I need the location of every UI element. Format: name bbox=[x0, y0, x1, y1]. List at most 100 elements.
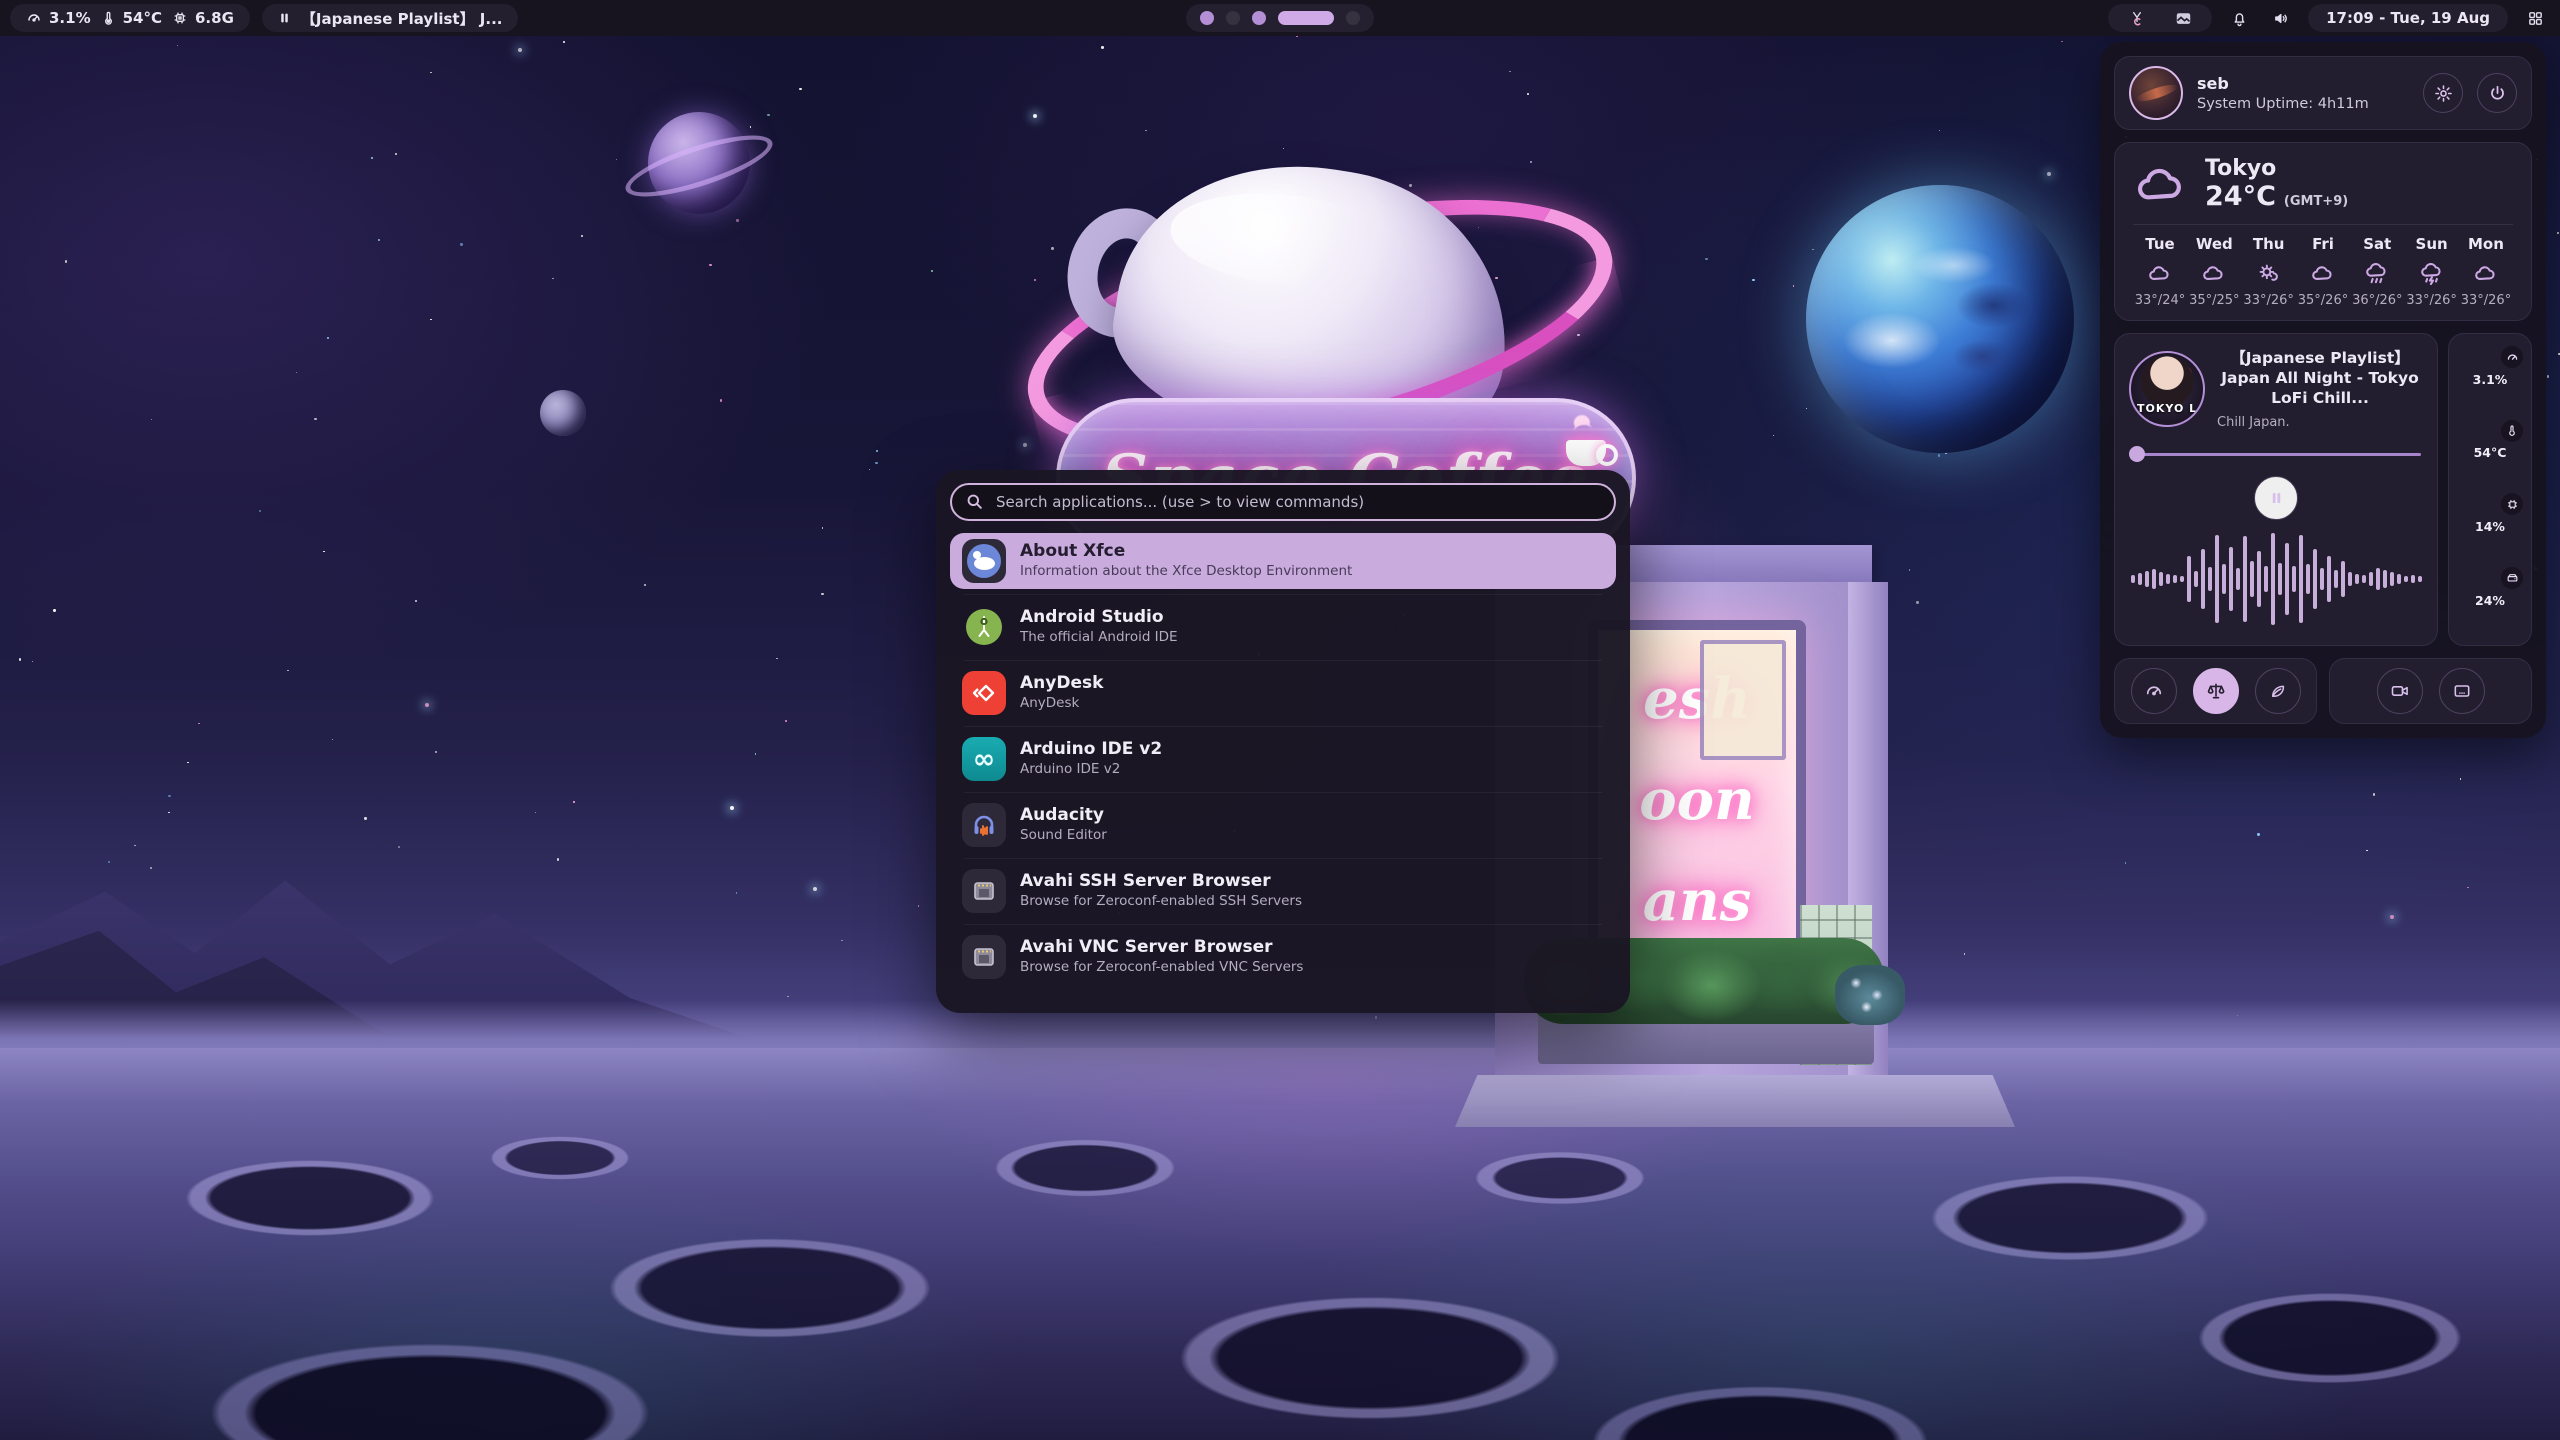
capture-card bbox=[2329, 658, 2532, 724]
slider-track bbox=[2131, 453, 2421, 456]
power-icon bbox=[2488, 84, 2507, 103]
moon-surface bbox=[0, 1048, 2560, 1440]
workspace-dot[interactable] bbox=[1200, 11, 1214, 25]
power-button[interactable] bbox=[2477, 73, 2517, 113]
screenshot-button[interactable] bbox=[2439, 668, 2485, 714]
workspace-dot-active[interactable] bbox=[1278, 11, 1334, 25]
memory-gauge: 14% bbox=[2461, 497, 2519, 555]
ringed-planet bbox=[648, 112, 750, 214]
top-bar: 3.1% 54°C 6.8G 【Japanese Playlist】 J... bbox=[0, 0, 2560, 36]
video-camera-icon bbox=[2390, 681, 2410, 701]
screen-record-button[interactable] bbox=[2377, 668, 2423, 714]
search-input[interactable] bbox=[950, 483, 1616, 521]
media-player-card: TOKYO L 【Japanese Playlist】 Japan All Ni… bbox=[2114, 333, 2438, 646]
pause-icon bbox=[278, 11, 291, 25]
wallpaper-tray-icon[interactable] bbox=[2168, 3, 2198, 33]
app-name: Audacity bbox=[1020, 806, 1107, 826]
thermometer-icon bbox=[101, 10, 116, 26]
volume-icon[interactable] bbox=[2266, 3, 2296, 33]
gauge-icon bbox=[26, 10, 42, 26]
pause-icon bbox=[2269, 490, 2284, 506]
power-profile-card bbox=[2114, 658, 2317, 724]
cpu-stat: 3.1% bbox=[26, 9, 91, 27]
app-desc: The official Android IDE bbox=[1020, 630, 1178, 646]
cloud-icon bbox=[2310, 260, 2336, 286]
balanced-mode-button[interactable] bbox=[2193, 668, 2239, 714]
forecast-day: Sun 33°/26° bbox=[2405, 235, 2459, 308]
menu-poster bbox=[1700, 640, 1786, 760]
media-pill-label: 【Japanese Playlist】 J... bbox=[301, 8, 503, 29]
user-name: seb bbox=[2197, 74, 2409, 93]
system-stats-pill[interactable]: 3.1% 54°C 6.8G bbox=[10, 4, 250, 32]
tray-app-icon[interactable] bbox=[2122, 3, 2152, 33]
thermometer-icon bbox=[2501, 420, 2523, 442]
workspace-dot[interactable] bbox=[1252, 11, 1266, 25]
app-name: AnyDesk bbox=[1020, 674, 1103, 694]
app-desc: Browse for Zeroconf-enabled VNC Servers bbox=[1020, 960, 1303, 976]
performance-mode-button[interactable] bbox=[2131, 668, 2177, 714]
seek-slider[interactable] bbox=[2129, 446, 2423, 462]
user-card: seb System Uptime: 4h11m bbox=[2114, 56, 2532, 130]
avatar[interactable] bbox=[2129, 66, 2183, 120]
cpu-gauge: 3.1% bbox=[2461, 350, 2519, 408]
shop-platform bbox=[1455, 1075, 2015, 1127]
weather-timezone: (GMT+9) bbox=[2284, 194, 2348, 209]
track-title: 【Japanese Playlist】 Japan All Night - To… bbox=[2217, 348, 2423, 408]
weather-card: Tokyo 24°C (GMT+9) Tue 33°/24° Wed 35°/2… bbox=[2114, 142, 2532, 321]
earth-planet bbox=[1806, 185, 2074, 453]
app-launcher: About Xfce Information about the Xfce De… bbox=[936, 470, 1630, 1013]
forecast-day: Fri 35°/26° bbox=[2296, 235, 2350, 308]
app-item-avahi-vnc[interactable]: Avahi VNC Server Browser Browse for Zero… bbox=[950, 929, 1616, 985]
side-panel: seb System Uptime: 4h11m Tokyo 24°C (GMT… bbox=[2100, 42, 2546, 738]
app-desc: AnyDesk bbox=[1020, 696, 1103, 712]
app-grid-icon[interactable] bbox=[2520, 3, 2550, 33]
app-name: About Xfce bbox=[1020, 542, 1352, 562]
avahi-ssh-app-icon bbox=[962, 869, 1006, 913]
pause-button[interactable] bbox=[2254, 476, 2298, 520]
divider bbox=[2133, 224, 2513, 225]
sun-cloud-icon bbox=[2256, 260, 2282, 286]
app-item-about-xfce[interactable]: About Xfce Information about the Xfce De… bbox=[950, 533, 1616, 589]
track-subtitle: Chill Japan. bbox=[2217, 415, 2423, 430]
screenshot-icon bbox=[2452, 681, 2472, 701]
disk-gauge: 24% bbox=[2461, 571, 2519, 629]
forecast-day: Mon 33°/26° bbox=[2459, 235, 2513, 308]
window-neon-word: ans bbox=[1643, 868, 1752, 934]
settings-button[interactable] bbox=[2423, 73, 2463, 113]
temp-gauge: 54°C bbox=[2461, 424, 2519, 482]
memory-stat: 6.8G bbox=[172, 9, 234, 27]
album-art[interactable]: TOKYO L bbox=[2129, 351, 2205, 427]
gauge-icon bbox=[2501, 346, 2523, 368]
weather-temp: 24°C bbox=[2205, 181, 2276, 212]
app-item-android-studio[interactable]: Android Studio The official Android IDE bbox=[950, 599, 1616, 655]
gauge-icon bbox=[2144, 681, 2164, 701]
anydesk-app-icon bbox=[962, 671, 1006, 715]
app-name: Android Studio bbox=[1020, 608, 1178, 628]
app-desc: Arduino IDE v2 bbox=[1020, 762, 1162, 778]
arduino-app-icon: ∞ bbox=[962, 737, 1006, 781]
app-item-avahi-ssh[interactable]: Avahi SSH Server Browser Browse for Zero… bbox=[950, 863, 1616, 919]
search-icon bbox=[965, 492, 984, 515]
forecast-day: Wed 35°/25° bbox=[2187, 235, 2241, 308]
workspace-dot[interactable] bbox=[1346, 11, 1360, 25]
small-moon bbox=[540, 390, 586, 436]
slider-thumb[interactable] bbox=[2129, 446, 2145, 462]
cloud-icon bbox=[2147, 260, 2173, 286]
workspace-switcher[interactable] bbox=[1186, 4, 1374, 32]
album-art-text: TOKYO L bbox=[2131, 402, 2203, 415]
media-pill[interactable]: 【Japanese Playlist】 J... bbox=[262, 4, 519, 32]
app-item-anydesk[interactable]: AnyDesk AnyDesk bbox=[950, 665, 1616, 721]
clock[interactable]: 17:09 - Tue, 19 Aug bbox=[2308, 4, 2508, 32]
audacity-app-icon bbox=[962, 803, 1006, 847]
chip-icon bbox=[2501, 493, 2523, 515]
power-saver-mode-button[interactable] bbox=[2255, 668, 2301, 714]
app-desc: Information about the Xfce Desktop Envir… bbox=[1020, 564, 1352, 580]
scales-icon bbox=[2206, 681, 2226, 701]
android-studio-app-icon bbox=[962, 605, 1006, 649]
app-desc: Sound Editor bbox=[1020, 828, 1107, 844]
app-item-audacity[interactable]: Audacity Sound Editor bbox=[950, 797, 1616, 853]
notifications-bell-icon[interactable] bbox=[2224, 3, 2254, 33]
system-uptime: System Uptime: 4h11m bbox=[2197, 96, 2409, 112]
app-item-arduino[interactable]: ∞ Arduino IDE v2 Arduino IDE v2 bbox=[950, 731, 1616, 787]
workspace-dot[interactable] bbox=[1226, 11, 1240, 25]
